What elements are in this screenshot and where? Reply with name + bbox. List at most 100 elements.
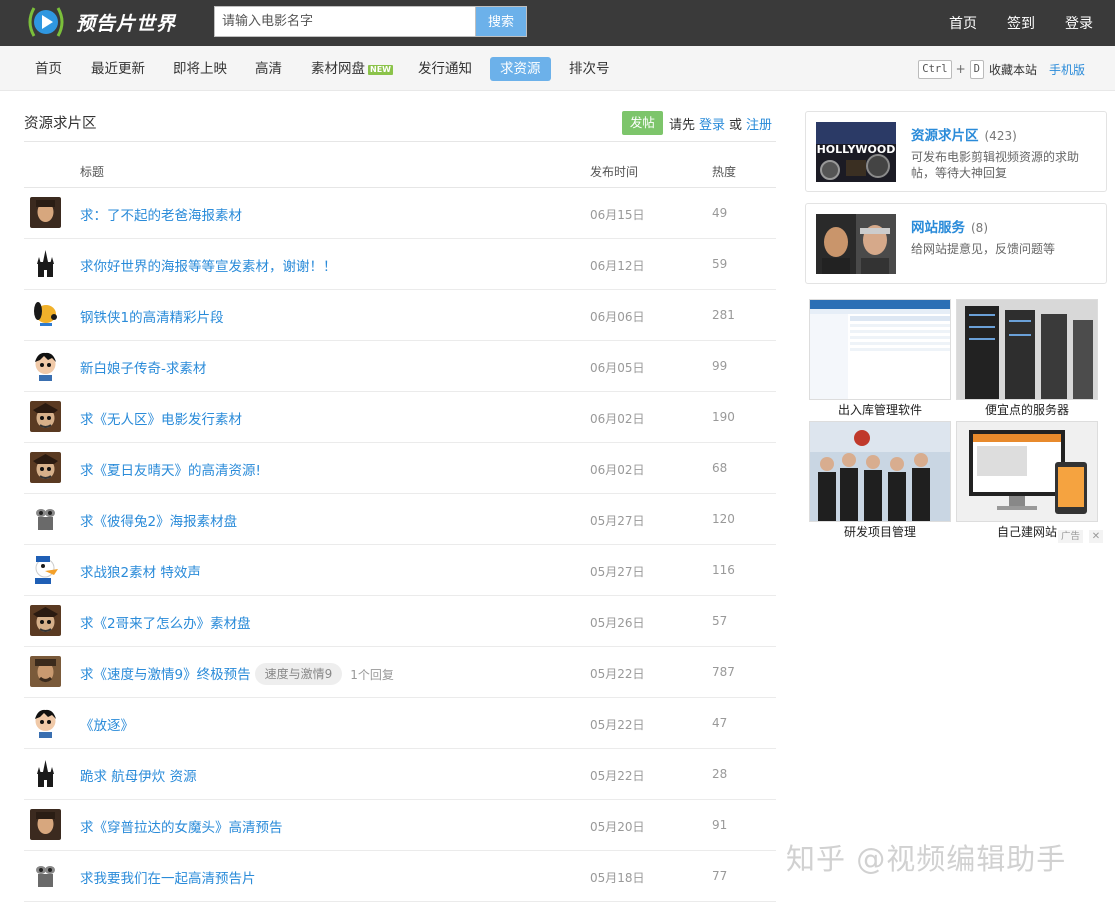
table-row[interactable]: 跪求 航母伊炊 资源 05月22日 28 <box>24 749 776 800</box>
new-badge: NEW <box>368 65 393 75</box>
post-date: 05月20日 <box>590 820 645 834</box>
ad-inventory-software[interactable] <box>809 299 951 400</box>
search-input[interactable]: 请输入电影名字 <box>214 6 476 37</box>
thread-title[interactable]: 求《无人区》电影发行素材 <box>80 408 242 428</box>
table-row[interactable]: 求你好世界的海报等等宣发素材，谢谢！！ 06月12日 59 <box>24 239 776 290</box>
ctrl-key: Ctrl <box>918 59 952 79</box>
top-link-checkin[interactable]: 签到 <box>1007 13 1035 33</box>
ad-label[interactable]: 便宜点的服务器 <box>956 401 1098 418</box>
nav-item-material-disk[interactable]: 素材网盘 NEW <box>301 57 403 81</box>
top-link-login[interactable]: 登录 <box>1065 13 1093 33</box>
thread-title-text: 跪求 航母伊炊 资源 <box>80 769 197 785</box>
ad-build-website[interactable] <box>956 421 1098 522</box>
register-link[interactable]: 注册 <box>746 114 772 133</box>
hollywood-thumbnail: HOLLYWOOD <box>816 122 896 182</box>
site-logo[interactable]: 预告片世界 <box>24 3 176 41</box>
avatar[interactable] <box>30 350 61 381</box>
nav-item-upcoming[interactable]: 即将上映 <box>163 57 237 81</box>
thread-title[interactable]: 《放逐》 <box>80 714 134 734</box>
thread-title-text: 求《无人区》电影发行素材 <box>80 412 242 428</box>
post-date: 06月02日 <box>590 412 645 426</box>
avatar[interactable] <box>30 248 61 279</box>
table-row[interactable]: 求《彼得兔2》海报素材盘 05月27日 120 <box>24 494 776 545</box>
table-row[interactable]: 求：了不起的老爸海报素材 06月15日 49 <box>24 188 776 239</box>
heat-count: 77 <box>712 869 728 883</box>
card-title[interactable]: 资源求片区 (423) <box>911 124 1017 144</box>
post-date: 06月12日 <box>590 259 645 273</box>
ad-cheap-server[interactable] <box>956 299 1098 400</box>
thread-title[interactable]: 求我要我们在一起高清预告片 <box>80 867 256 887</box>
avatar[interactable] <box>30 758 61 789</box>
thread-title[interactable]: 钢铁侠1的高清精彩片段 <box>80 306 224 326</box>
thread-title[interactable]: 求《夏日友晴天》的高清资源! <box>80 459 261 479</box>
table-row[interactable]: 求战狼2素材 特效声 05月27日 116 <box>24 545 776 596</box>
card-title[interactable]: 网站服务 (8) <box>911 216 988 236</box>
service-thumbnail <box>816 214 896 274</box>
avatar[interactable] <box>30 707 61 738</box>
avatar[interactable] <box>30 401 61 432</box>
post-date: 05月22日 <box>590 667 645 681</box>
thread-title-text: 求我要我们在一起高清预告片 <box>80 871 256 887</box>
table-row[interactable]: 求我要我们在一起高清预告片 05月18日 77 <box>24 851 776 902</box>
avatar[interactable] <box>30 809 61 840</box>
post-button[interactable]: 发帖 <box>621 111 663 135</box>
nav-item-hd[interactable]: 高清 <box>245 57 292 81</box>
login-link[interactable]: 登录 <box>699 114 725 133</box>
forum-card-service[interactable]: 网站服务 (8) 给网站提意见，反馈问题等 <box>805 203 1107 284</box>
avatar[interactable] <box>30 554 61 585</box>
thread-title[interactable]: 求《2哥来了怎么办》素材盘 <box>80 612 251 632</box>
nav-item-home[interactable]: 首页 <box>25 57 72 81</box>
forum-card-requests[interactable]: HOLLYWOOD 资源求片区 (423) 可发布电影剪辑视频资源的求助帖，等待大… <box>805 111 1107 192</box>
table-row[interactable]: 新白娘子传奇-求素材 06月05日 99 <box>24 341 776 392</box>
nav-item-recent[interactable]: 最近更新 <box>81 57 155 81</box>
avatar[interactable] <box>30 656 61 687</box>
avatar[interactable] <box>30 197 61 228</box>
thread-title-text: 求《速度与激情9》终极预告 <box>80 667 251 683</box>
table-row[interactable]: 求《穿普拉达的女魔头》高清预告 05月20日 91 <box>24 800 776 851</box>
thread-title[interactable]: 求《彼得兔2》海报素材盘 <box>80 510 237 530</box>
table-row[interactable]: 钢铁侠1的高清精彩片段 06月06日 281 <box>24 290 776 341</box>
table-row[interactable]: 求《夏日友晴天》的高清资源! 06月02日 68 <box>24 443 776 494</box>
thread-title[interactable]: 求战狼2素材 特效声 <box>80 561 201 581</box>
thread-title-text: 新白娘子传奇-求素材 <box>80 361 207 377</box>
thread-title[interactable]: 新白娘子传奇-求素材 <box>80 357 206 377</box>
avatar[interactable] <box>30 860 61 891</box>
thread-title-text: 求你好世界的海报等等宣发素材，谢谢！！ <box>80 259 337 275</box>
search-button[interactable]: 搜索 <box>476 6 527 37</box>
avatar[interactable] <box>30 452 61 483</box>
thread-title[interactable]: 求《速度与激情9》终极预告 速度与激情9 1个回复 <box>80 663 394 685</box>
thread-tag[interactable]: 速度与激情9 <box>254 663 343 685</box>
section-title: 资源求片区 <box>24 116 97 132</box>
table-row[interactable]: 求《无人区》电影发行素材 06月02日 190 <box>24 392 776 443</box>
table-row[interactable]: 求《速度与激情9》终极预告 速度与激情9 1个回复 05月22日 787 <box>24 647 776 698</box>
ad-label[interactable]: 研发项目管理 <box>809 523 951 540</box>
nav-item-schedule[interactable]: 排次号 <box>559 57 620 81</box>
post-date: 05月27日 <box>590 514 645 528</box>
ad-mark: 广告 <box>1058 530 1084 543</box>
mobile-link[interactable]: 手机版 <box>1049 61 1085 78</box>
ad-label[interactable]: 出入库管理软件 <box>809 401 951 418</box>
thread-title-text: 钢铁侠1的高清精彩片段 <box>80 310 224 326</box>
nav-bar: 首页 最近更新 即将上映 高清 素材网盘 NEW 发行通知 求资源 排次号 Ctr… <box>0 46 1115 91</box>
ad-project-management[interactable] <box>809 421 951 522</box>
card-description: 可发布电影剪辑视频资源的求助帖，等待大神回复 <box>911 150 1080 180</box>
thread-title[interactable]: 求：了不起的老爸海报素材 <box>80 204 242 224</box>
heat-count: 57 <box>712 614 728 628</box>
table-row[interactable]: 求《2哥来了怎么办》素材盘 05月26日 57 <box>24 596 776 647</box>
top-link-home[interactable]: 首页 <box>949 13 977 33</box>
avatar[interactable] <box>30 299 61 330</box>
table-row[interactable]: 《放逐》 05月22日 47 <box>24 698 776 749</box>
avatar[interactable] <box>30 605 61 636</box>
close-icon[interactable]: ✕ <box>1089 530 1103 543</box>
thread-title[interactable]: 求你好世界的海报等等宣发素材，谢谢！！ <box>80 255 337 275</box>
thread-title[interactable]: 跪求 航母伊炊 资源 <box>80 765 197 785</box>
column-title: 标题 <box>80 165 105 179</box>
nav-item-release-notice[interactable]: 发行通知 <box>408 57 482 81</box>
avatar[interactable] <box>30 503 61 534</box>
thread-title[interactable]: 求《穿普拉达的女魔头》高清预告 <box>80 816 283 836</box>
post-area: 发帖 请先 登录 或 注册 <box>621 111 776 135</box>
hollywood-text: HOLLYWOOD <box>817 143 896 156</box>
post-date: 05月22日 <box>590 718 645 732</box>
nav-item-request[interactable]: 求资源 <box>490 57 551 81</box>
or-text: 或 <box>728 117 742 133</box>
